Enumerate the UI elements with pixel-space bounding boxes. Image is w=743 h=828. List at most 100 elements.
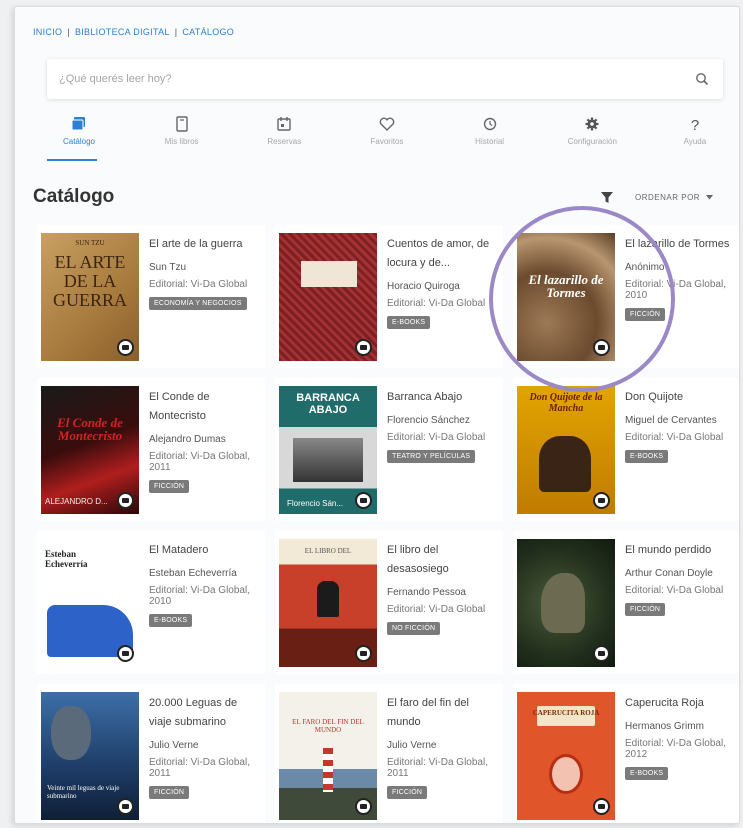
category-tag[interactable]: E-BOOKS: [149, 614, 193, 627]
book-info: Caperucita Roja Hermanos Grimm Editorial…: [625, 692, 735, 819]
book-card[interactable]: CAPERUCITA ROJA Caperucita Roja Hermanos…: [513, 684, 739, 823]
category-tag[interactable]: E-BOOKS: [625, 450, 669, 463]
book-title[interactable]: El libro del desasosiego: [387, 541, 497, 579]
book-title[interactable]: El arte de la guerra: [149, 235, 259, 254]
cover-title: EL FARO DEL FIN DEL MUNDO: [292, 718, 364, 734]
nav-historial[interactable]: Historial: [448, 115, 532, 155]
breadcrumb-inicio[interactable]: INICIO: [33, 27, 62, 37]
book-cover[interactable]: El lazarillo de Tormes: [517, 233, 615, 361]
book-author: Miguel de Cervantes: [625, 415, 717, 426]
category-tag[interactable]: NO FICCIÓN: [387, 622, 441, 635]
book-title[interactable]: El Conde de Montecristo: [149, 388, 259, 426]
book-info: El faro del fin del mundo Julio Verne Ed…: [387, 692, 497, 819]
filter-icon[interactable]: [601, 192, 613, 204]
category-tag[interactable]: E-BOOKS: [625, 767, 669, 780]
category-tag[interactable]: FICCIÓN: [625, 603, 666, 616]
category-tag[interactable]: ECONOMÍA Y NEGOCIOS: [149, 297, 247, 310]
book-title[interactable]: 20.000 Leguas de viaje submarino: [149, 694, 259, 732]
book-author: Arthur Conan Doyle: [625, 568, 713, 579]
breadcrumb-catalogo[interactable]: CATÁLOGO: [182, 27, 234, 37]
cover-lighthouse: [323, 748, 333, 792]
ebook-icon: [593, 798, 610, 815]
nav-ayuda[interactable]: ? Ayuda: [653, 115, 737, 155]
book-title[interactable]: El faro del fin del mundo: [387, 694, 497, 732]
book-title[interactable]: Caperucita Roja: [625, 694, 735, 713]
book-card[interactable]: BARRANCA ABAJO Florencio Sán... Barranca…: [275, 378, 503, 521]
cover-dinosaur: [541, 573, 585, 633]
book-card[interactable]: El Conde de Montecristo ALEJANDRO D... E…: [37, 378, 265, 521]
category-tag[interactable]: FICCIÓN: [149, 480, 190, 493]
nav-favoritos[interactable]: Favoritos: [345, 115, 429, 155]
book-card[interactable]: Cuentos de amor, de locura y de... Horac…: [275, 225, 503, 368]
book-editorial: Editorial: Vi-Da Global: [387, 432, 486, 443]
nav-reservas[interactable]: Reservas: [242, 115, 326, 155]
nav-configuracion[interactable]: Configuración: [550, 115, 634, 155]
book-info: El lazarillo de Tormes Anónimo Editorial…: [625, 233, 735, 360]
chevron-down-icon: [706, 195, 714, 200]
book-title[interactable]: Don Quijote: [625, 388, 735, 407]
sort-dropdown[interactable]: ORDENAR POR: [635, 193, 714, 202]
breadcrumb-biblioteca[interactable]: BIBLIOTECA DIGITAL: [75, 27, 170, 37]
book-author: Horacio Quiroga: [387, 281, 460, 292]
book-cover[interactable]: Esteban Echeverría: [41, 539, 139, 667]
book-cover[interactable]: Don Quijote de la Mancha: [517, 386, 615, 514]
category-tag[interactable]: E-BOOKS: [387, 316, 431, 329]
book-card[interactable]: SUN TZU EL ARTE DE LA GUERRA El arte de …: [37, 225, 265, 368]
category-tag[interactable]: TEATRO Y PELÍCULAS: [387, 450, 476, 463]
book-editorial: Editorial: Vi-Da Global, 2011: [149, 451, 250, 473]
book-title[interactable]: El Matadero: [149, 541, 259, 560]
book-card[interactable]: Don Quijote de la Mancha Don Quijote Mig…: [513, 378, 739, 521]
book-editorial: Editorial: Vi-Da Global: [625, 432, 724, 443]
book-card[interactable]: EL LIBRO DEL El libro del desasosiego Fe…: [275, 531, 503, 674]
book-cover[interactable]: CAPERUCITA ROJA: [517, 692, 615, 820]
book-info: El mundo perdido Arthur Conan Doyle Edit…: [625, 539, 735, 666]
book-card[interactable]: EL FARO DEL FIN DEL MUNDO El faro del fi…: [275, 684, 503, 823]
book-info: Barranca Abajo Florencio Sánchez Editori…: [387, 386, 497, 513]
book-info: 20.000 Leguas de viaje submarino Julio V…: [149, 692, 259, 819]
book-editorial: Editorial: Vi-Da Global, 2011: [149, 757, 250, 779]
book-cover[interactable]: SUN TZU EL ARTE DE LA GUERRA: [41, 233, 139, 361]
gear-icon: [585, 117, 599, 131]
cover-title: Veinte mil leguas de viaje submarino: [47, 784, 120, 800]
breadcrumb-separator: |: [174, 27, 178, 37]
book-card[interactable]: Veinte mil leguas de viaje submarino 20.…: [37, 684, 265, 823]
ebook-icon: [355, 339, 372, 356]
book-card[interactable]: El lazarillo de Tormes El lazarillo de T…: [513, 225, 739, 368]
book-cover[interactable]: EL FARO DEL FIN DEL MUNDO: [279, 692, 377, 820]
category-tag[interactable]: FICCIÓN: [625, 308, 666, 321]
search-icon[interactable]: [695, 72, 709, 86]
book-info: El Matadero Esteban Echeverría Editorial…: [149, 539, 259, 666]
book-editorial: Editorial: Vi-Da Global, 2011: [387, 757, 488, 779]
my-books-icon: [175, 116, 188, 132]
book-title[interactable]: El lazarillo de Tormes: [625, 235, 735, 254]
book-author: Hermanos Grimm: [625, 721, 704, 732]
book-author: Anónimo: [625, 262, 665, 273]
book-title[interactable]: Cuentos de amor, de locura y de...: [387, 235, 497, 273]
book-cover[interactable]: Veinte mil leguas de viaje submarino: [41, 692, 139, 820]
book-title[interactable]: Barranca Abajo: [387, 388, 497, 407]
cover-figure: [539, 436, 591, 492]
book-cover[interactable]: [517, 539, 615, 667]
heart-icon: [379, 117, 395, 131]
nav-mis-libros[interactable]: Mis libros: [140, 115, 224, 155]
search-input[interactable]: [47, 59, 723, 99]
book-editorial: Editorial: Vi-Da Global, 2010: [149, 585, 250, 607]
book-cover[interactable]: EL LIBRO DEL: [279, 539, 377, 667]
book-author: Florencio Sánchez: [387, 415, 470, 426]
book-cover[interactable]: BARRANCA ABAJO Florencio Sán...: [279, 386, 377, 514]
book-grid: SUN TZU EL ARTE DE LA GUERRA El arte de …: [37, 225, 739, 823]
nav-catalogo[interactable]: Catálogo: [37, 115, 121, 155]
book-editorial: Editorial: Vi-Da Global: [149, 279, 248, 290]
book-cover[interactable]: [279, 233, 377, 361]
book-info: Don Quijote Miguel de Cervantes Editoria…: [625, 386, 735, 513]
nav-label: Historial: [475, 137, 505, 146]
category-tag[interactable]: FICCIÓN: [149, 786, 190, 799]
book-title[interactable]: El mundo perdido: [625, 541, 735, 560]
category-tag[interactable]: FICCIÓN: [387, 786, 428, 799]
book-cover[interactable]: El Conde de Montecristo ALEJANDRO D...: [41, 386, 139, 514]
book-editorial: Editorial: Vi-Da Global: [625, 585, 724, 596]
book-author: Esteban Echeverría: [149, 568, 237, 579]
cover-title: Don Quijote de la Mancha: [529, 392, 603, 414]
book-card[interactable]: Esteban Echeverría El Matadero Esteban E…: [37, 531, 265, 674]
book-card[interactable]: El mundo perdido Arthur Conan Doyle Edit…: [513, 531, 739, 674]
